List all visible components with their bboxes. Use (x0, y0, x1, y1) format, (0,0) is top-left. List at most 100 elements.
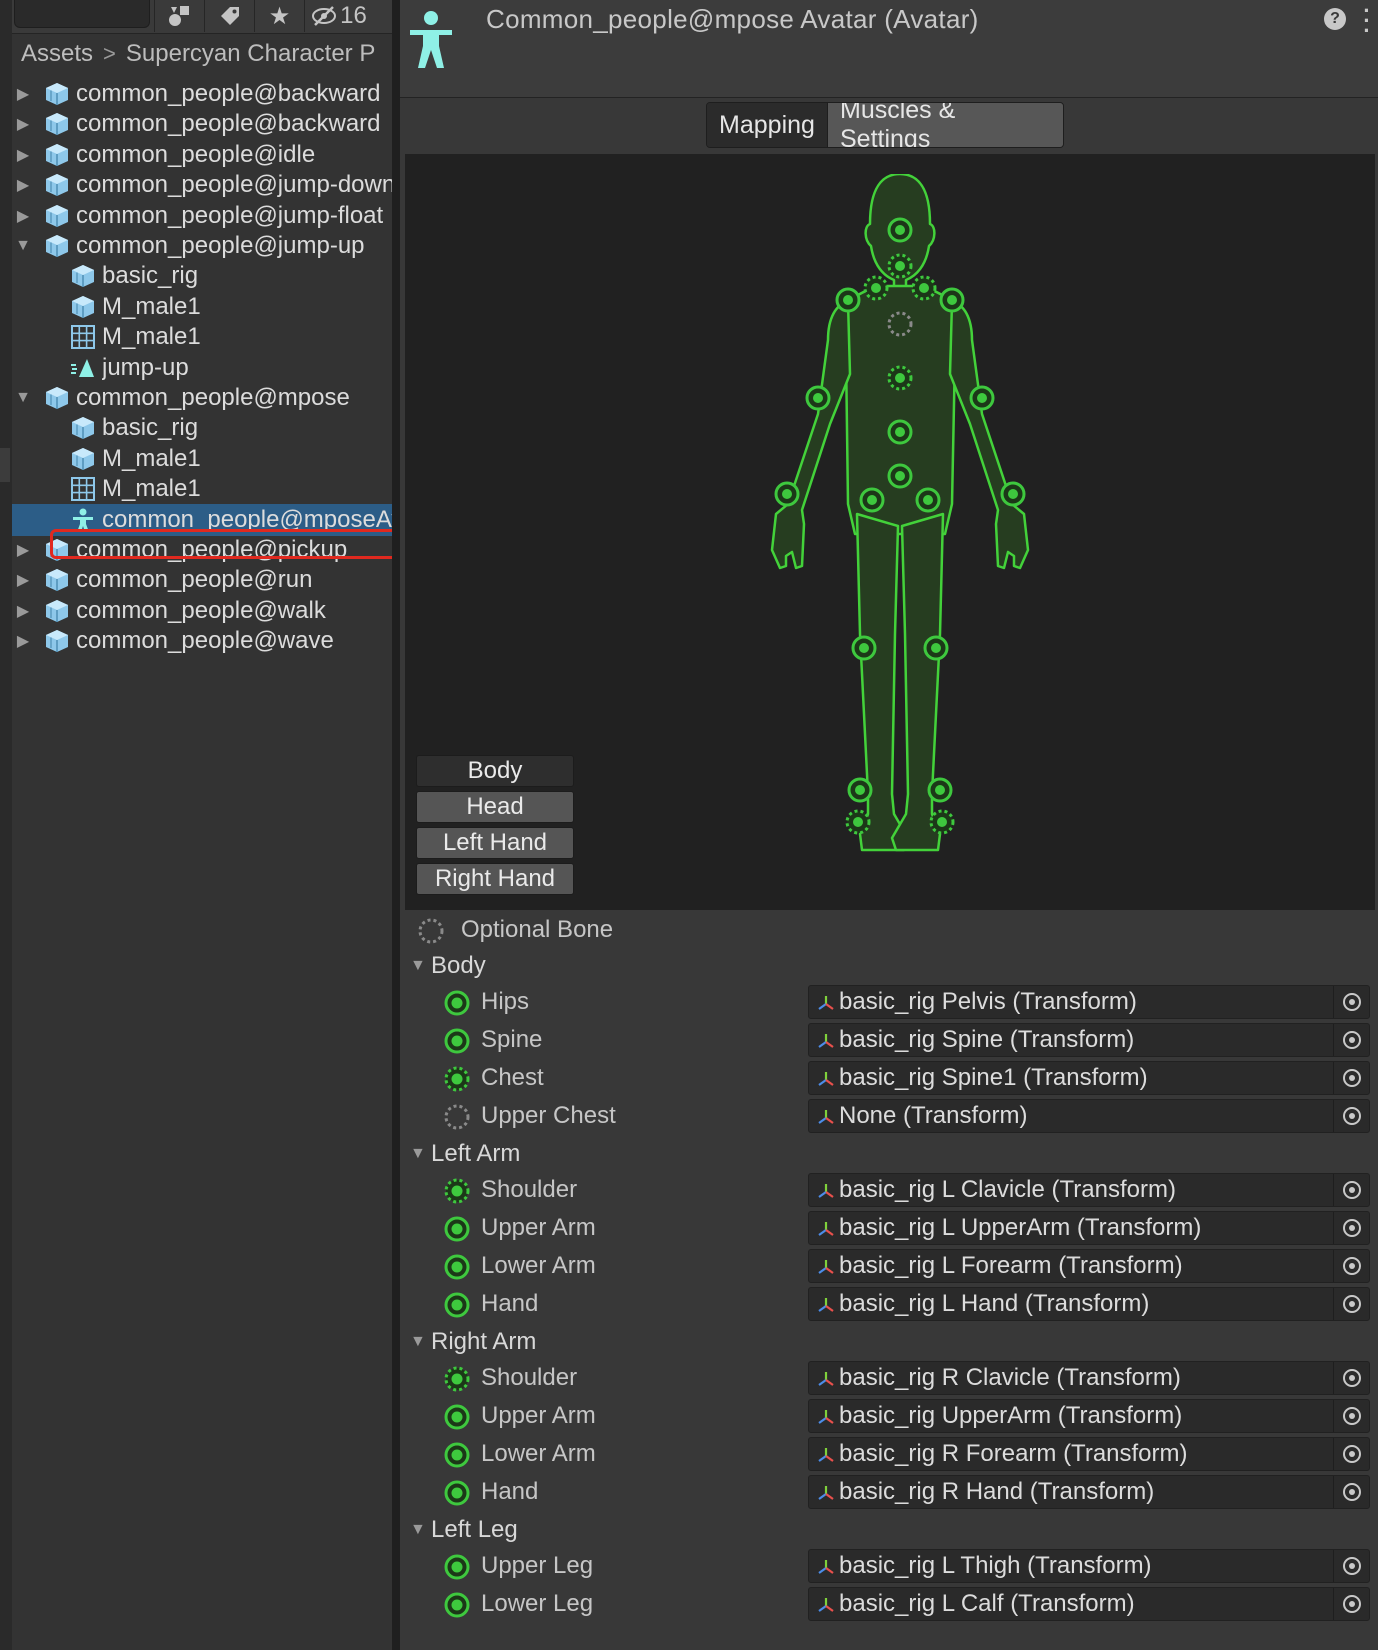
tab-mapping[interactable]: Mapping (707, 103, 827, 147)
section-header[interactable]: ▼ Left Arm (405, 1136, 1375, 1172)
object-picker-icon[interactable] (1333, 1250, 1369, 1282)
bone-marker-left-lower-leg[interactable] (851, 635, 877, 661)
bone-marker-right-shoulder[interactable] (911, 275, 937, 301)
object-picker-icon[interactable] (1333, 1362, 1369, 1394)
tree-item[interactable]: jump-up (12, 352, 392, 384)
object-picker-icon[interactable] (1333, 1476, 1369, 1508)
bone-marker-right-upper-leg[interactable] (915, 487, 941, 513)
object-picker-icon[interactable] (1333, 986, 1369, 1018)
hidden-packages-button[interactable]: 16 (304, 0, 372, 32)
view-head-button[interactable]: Head (416, 791, 574, 823)
section-header[interactable]: ▼ Right Arm (405, 1324, 1375, 1360)
help-icon[interactable]: ? (1324, 8, 1346, 30)
tree-item[interactable]: ▶ common_people@backward (12, 108, 392, 140)
bone-marker-spine[interactable] (887, 419, 913, 445)
tree-item[interactable]: ▶ common_people@wave (12, 625, 392, 657)
transform-object-field[interactable]: basic_rig L Hand (Transform) (808, 1287, 1370, 1321)
foldout-collapsed-icon[interactable]: ▶ (14, 176, 32, 194)
tree-item[interactable]: basic_rig (12, 260, 392, 292)
bone-marker-left-foot[interactable] (847, 777, 873, 803)
bone-status-icon[interactable] (443, 1291, 471, 1319)
more-options-icon[interactable]: · · · (1360, 0, 1374, 42)
tree-item[interactable]: ▶ common_people@walk (12, 595, 392, 627)
foldout-expanded-icon[interactable]: ▼ (410, 1145, 426, 1162)
foldout-expanded-icon[interactable]: ▼ (410, 957, 426, 974)
tree-item[interactable]: ▶ common_people@jump-down (12, 169, 392, 201)
bone-status-icon[interactable] (443, 1065, 471, 1093)
bone-marker-right-upper-arm[interactable] (939, 287, 965, 313)
transform-object-field[interactable]: None (Transform) (808, 1099, 1370, 1133)
transform-object-field[interactable]: basic_rig UpperArm (Transform) (808, 1399, 1370, 1433)
bone-status-icon[interactable] (443, 1177, 471, 1205)
object-picker-icon[interactable] (1333, 1288, 1369, 1320)
object-picker-icon[interactable] (1333, 1062, 1369, 1094)
bone-status-icon[interactable] (443, 1027, 471, 1055)
object-picker-icon[interactable] (1333, 1024, 1369, 1056)
foldout-collapsed-icon[interactable]: ▶ (14, 571, 32, 589)
panel-splitter[interactable] (392, 0, 400, 1650)
bone-marker-right-hand[interactable] (1000, 481, 1026, 507)
bone-status-icon[interactable] (443, 1479, 471, 1507)
bone-status-icon[interactable] (443, 1591, 471, 1619)
tree-item[interactable]: ▶ common_people@idle (12, 139, 392, 171)
breadcrumb-current[interactable]: Supercyan Character P (126, 40, 375, 68)
bone-status-icon[interactable] (443, 1365, 471, 1393)
foldout-collapsed-icon[interactable]: ▶ (14, 146, 32, 164)
transform-object-field[interactable]: basic_rig R Forearm (Transform) (808, 1437, 1370, 1471)
bone-marker-left-hand[interactable] (774, 481, 800, 507)
bone-status-icon[interactable] (443, 1253, 471, 1281)
object-picker-icon[interactable] (1333, 1174, 1369, 1206)
breadcrumb-root[interactable]: Assets (21, 40, 93, 68)
tree-item[interactable]: ▶ common_people@run (12, 564, 392, 596)
tree-item[interactable]: ▶ common_people@backward (12, 78, 392, 110)
transform-object-field[interactable]: basic_rig L UpperArm (Transform) (808, 1211, 1370, 1245)
bone-marker-left-toes[interactable] (845, 809, 871, 835)
bone-marker-right-toes[interactable] (929, 809, 955, 835)
transform-object-field[interactable]: basic_rig L Clavicle (Transform) (808, 1173, 1370, 1207)
foldout-collapsed-icon[interactable]: ▶ (14, 632, 32, 650)
transform-object-field[interactable]: basic_rig L Forearm (Transform) (808, 1249, 1370, 1283)
tree-item[interactable]: M_male1 (12, 473, 392, 505)
foldout-collapsed-icon[interactable]: ▶ (14, 85, 32, 103)
view-left-hand-button[interactable]: Left Hand (416, 827, 574, 859)
favorite-button[interactable]: ★ (254, 0, 304, 32)
search-input[interactable] (14, 0, 150, 28)
bone-marker-left-lower-arm[interactable] (805, 385, 831, 411)
section-header[interactable]: ▼ Left Leg (405, 1512, 1375, 1548)
foldout-collapsed-icon[interactable]: ▶ (14, 207, 32, 225)
bone-marker-right-lower-leg[interactable] (923, 635, 949, 661)
foldout-collapsed-icon[interactable]: ▶ (14, 115, 32, 133)
tab-muscles-settings[interactable]: Muscles & Settings (827, 103, 1063, 147)
object-picker-icon[interactable] (1333, 1100, 1369, 1132)
view-right-hand-button[interactable]: Right Hand (416, 863, 574, 895)
bone-marker-chest[interactable] (887, 365, 913, 391)
foldout-expanded-icon[interactable]: ▼ (410, 1333, 426, 1350)
bone-marker-right-foot[interactable] (927, 777, 953, 803)
bone-status-icon[interactable] (443, 1215, 471, 1243)
transform-object-field[interactable]: basic_rig L Calf (Transform) (808, 1587, 1370, 1621)
transform-object-field[interactable]: basic_rig R Clavicle (Transform) (808, 1361, 1370, 1395)
tree-item[interactable]: ▶ common_people@jump-float (12, 200, 392, 232)
bone-marker-left-upper-leg[interactable] (859, 487, 885, 513)
tree-item[interactable]: M_male1 (12, 321, 392, 353)
bone-status-icon[interactable] (443, 1441, 471, 1469)
filter-by-label-button[interactable] (204, 0, 254, 32)
tree-item[interactable]: M_male1 (12, 291, 392, 323)
transform-object-field[interactable]: basic_rig L Thigh (Transform) (808, 1549, 1370, 1583)
foldout-expanded-icon[interactable]: ▼ (14, 237, 32, 255)
transform-object-field[interactable]: basic_rig Spine (Transform) (808, 1023, 1370, 1057)
transform-object-field[interactable]: basic_rig Spine1 (Transform) (808, 1061, 1370, 1095)
object-picker-icon[interactable] (1333, 1588, 1369, 1620)
foldout-collapsed-icon[interactable]: ▶ (14, 602, 32, 620)
bone-marker-neck[interactable] (887, 253, 913, 279)
foldout-collapsed-icon[interactable]: ▶ (14, 541, 32, 559)
tree-item[interactable]: M_male1 (12, 443, 392, 475)
tree-item[interactable]: basic_rig (12, 412, 392, 444)
bone-status-icon[interactable] (443, 989, 471, 1017)
object-picker-icon[interactable] (1333, 1212, 1369, 1244)
object-picker-icon[interactable] (1333, 1550, 1369, 1582)
bone-status-icon[interactable] (443, 1553, 471, 1581)
bone-marker-head[interactable] (887, 217, 913, 243)
object-picker-icon[interactable] (1333, 1400, 1369, 1432)
filter-by-type-button[interactable] (154, 0, 204, 32)
